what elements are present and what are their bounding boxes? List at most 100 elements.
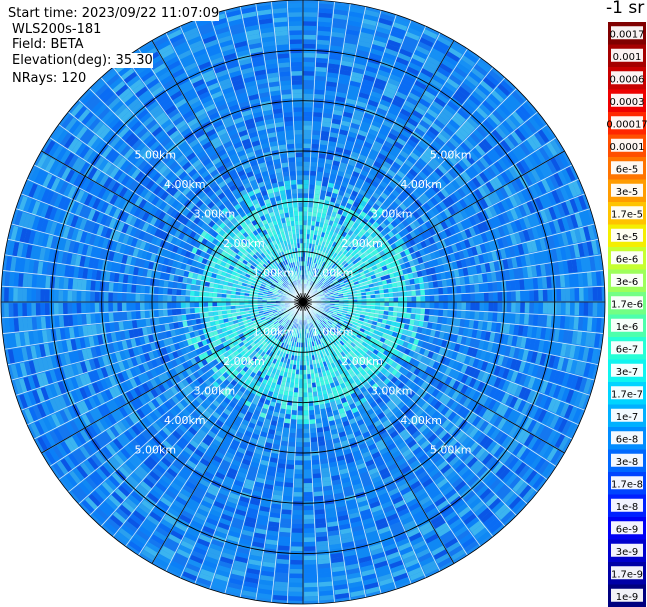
range-gate xyxy=(154,279,160,287)
range-gate xyxy=(167,295,172,302)
range-gate xyxy=(44,289,50,302)
range-gate xyxy=(278,540,291,547)
range-gate xyxy=(44,303,50,316)
range-gate xyxy=(22,303,28,317)
range-gate xyxy=(162,295,168,302)
range-gate xyxy=(295,455,303,461)
range-gate xyxy=(291,410,298,416)
range-gate xyxy=(288,441,296,447)
range-gate xyxy=(144,302,150,311)
range-gate xyxy=(565,302,571,315)
range-gate xyxy=(555,315,561,328)
range-gate xyxy=(90,313,96,325)
range-gate xyxy=(311,459,321,465)
range-gate xyxy=(288,591,303,597)
range-gate xyxy=(291,537,303,543)
range-gate xyxy=(292,396,299,402)
range-gate xyxy=(53,303,59,316)
range-gate xyxy=(415,307,421,314)
range-gate xyxy=(597,302,602,317)
range-gate xyxy=(286,404,293,411)
range-gate xyxy=(432,315,439,323)
range-gate xyxy=(126,311,132,321)
range-gate xyxy=(103,292,109,302)
range-gate xyxy=(217,293,222,298)
range-gate xyxy=(291,546,303,552)
range-gate xyxy=(54,276,60,290)
range-gate xyxy=(153,286,159,295)
range-gate xyxy=(309,410,315,416)
range-gate xyxy=(303,437,311,443)
range-gate xyxy=(167,302,172,310)
range-gate xyxy=(497,302,503,312)
range-gate xyxy=(292,505,303,511)
range-gate xyxy=(154,317,160,326)
range-gate xyxy=(290,423,297,429)
range-gate xyxy=(287,455,295,461)
range-gate xyxy=(180,296,186,302)
range-gate xyxy=(230,298,236,302)
range-gate xyxy=(293,496,303,502)
range-gate xyxy=(140,285,146,294)
range-gate xyxy=(290,559,303,565)
range-gate xyxy=(35,303,41,316)
range-gate xyxy=(58,315,65,328)
range-gate xyxy=(76,314,83,326)
range-gate xyxy=(22,288,27,302)
range-gate xyxy=(318,440,326,447)
range-gate xyxy=(189,302,195,308)
range-gate xyxy=(162,302,168,310)
range-gate xyxy=(293,392,299,397)
range-gate xyxy=(294,482,303,488)
range-gate xyxy=(470,302,476,311)
range-gate xyxy=(203,302,209,308)
range-gate xyxy=(279,527,292,533)
range-gate xyxy=(176,282,183,290)
range-gate xyxy=(126,284,132,293)
range-gate xyxy=(139,302,145,311)
range-gate xyxy=(311,446,319,452)
range-gate xyxy=(483,302,489,311)
range-gate xyxy=(153,294,159,302)
range-gate xyxy=(194,307,200,314)
range-gate xyxy=(112,292,118,302)
range-gate xyxy=(456,310,462,318)
range-gate xyxy=(492,311,498,322)
range-gate xyxy=(569,302,575,316)
range-gate xyxy=(126,293,132,302)
range-gate xyxy=(294,469,303,475)
range-gate xyxy=(303,455,312,461)
ppi-plot: 1.00km 1.00km1.00km1.00km2.00km 2.00km2.00… xyxy=(0,0,647,607)
range-gate xyxy=(180,302,186,309)
range-gate xyxy=(296,437,303,443)
range-gate xyxy=(185,290,191,297)
range-gate xyxy=(560,302,566,315)
range-gate xyxy=(76,279,83,291)
range-gate xyxy=(304,596,319,601)
range-gate xyxy=(239,298,245,302)
range-gate xyxy=(131,284,137,294)
range-gate xyxy=(317,431,325,438)
range-gate xyxy=(303,387,308,393)
range-gate xyxy=(379,306,385,311)
range-gate xyxy=(520,302,525,313)
range-gate xyxy=(384,306,389,311)
range-gate xyxy=(130,293,136,302)
range-gate xyxy=(108,292,113,302)
range-gate xyxy=(135,293,141,302)
range-gate xyxy=(67,278,74,290)
range-gate xyxy=(496,312,503,323)
range-gate xyxy=(398,302,403,307)
range-gate xyxy=(505,312,512,323)
range-gate xyxy=(315,522,327,529)
range-gate xyxy=(158,279,165,288)
range-gate xyxy=(58,277,65,290)
range-gate xyxy=(81,314,87,326)
range-gate xyxy=(303,478,313,484)
range-gate xyxy=(122,283,128,293)
range-gate xyxy=(388,306,394,312)
range-gate xyxy=(366,302,371,306)
range-gate xyxy=(316,545,330,551)
range-gate xyxy=(303,537,316,543)
range-gate xyxy=(316,536,329,542)
